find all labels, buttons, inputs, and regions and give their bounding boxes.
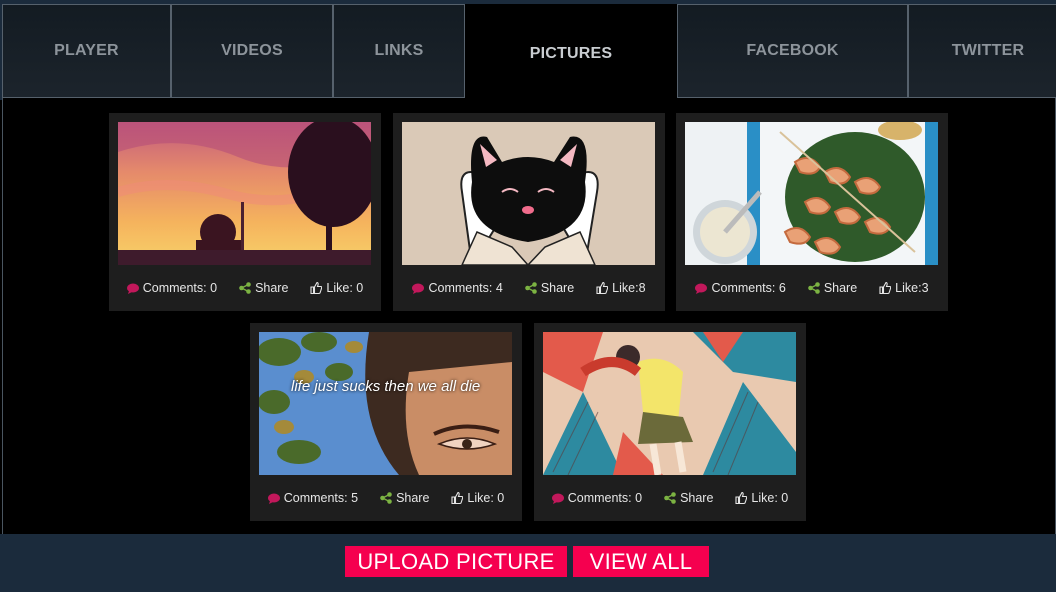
pictures-panel: Comments: 0 Share Like: 0 Comments: 4 Sh… (2, 98, 1056, 534)
upload-picture-label: UPLOAD PICTURE (357, 548, 555, 574)
comments-count: Comments: 5 (283, 491, 359, 505)
picture-thumbnail[interactable] (402, 122, 655, 265)
tab-facebook[interactable]: FACEBOOK (677, 4, 908, 98)
picture-actions: Comments: 5 Share Like: 0 (250, 481, 522, 515)
face-with-caption-image (259, 332, 512, 475)
tab-label: PLAYER (54, 42, 119, 59)
picture-card: Comments: 6 Share Like:3 (676, 113, 948, 311)
comments-link[interactable]: Comments: 0 (126, 281, 218, 295)
thumbs-up-icon (596, 282, 609, 294)
comments-link[interactable]: Comments: 6 (695, 281, 786, 295)
picture-thumbnail[interactable]: life just sucks then we all die (259, 332, 512, 475)
like-button[interactable]: Like:8 (596, 281, 646, 295)
upload-picture-button[interactable]: UPLOAD PICTURE (345, 546, 567, 577)
like-count: Like: 0 (751, 491, 789, 505)
comments-count: Comments: 0 (567, 491, 643, 505)
shrimp-skewers-image (685, 122, 938, 265)
share-icon (380, 492, 392, 504)
thumbs-up-icon (879, 282, 892, 294)
picture-card: Comments: 0 Share Like: 0 (109, 113, 381, 311)
share-icon (808, 282, 820, 294)
comments-link[interactable]: Comments: 0 (551, 491, 643, 505)
like-count: Like:8 (612, 281, 646, 295)
share-label: Share (255, 281, 289, 295)
thumbs-up-icon (310, 282, 323, 294)
picture-actions: Comments: 4 Share Like:8 (393, 271, 665, 305)
picture-thumbnail[interactable] (685, 122, 938, 265)
share-link[interactable]: Share (380, 491, 429, 505)
image-caption: life just sucks then we all die (291, 378, 481, 395)
like-button[interactable]: Like: 0 (451, 491, 504, 505)
tab-pictures[interactable]: PICTURES (465, 4, 677, 104)
comments-count: Comments: 6 (711, 281, 786, 295)
comment-icon (695, 283, 708, 294)
share-label: Share (396, 491, 430, 505)
black-cat-hands-image (402, 122, 655, 265)
comment-icon (551, 493, 564, 504)
footer-bar: UPLOAD PICTURE VIEW ALL (0, 534, 1056, 592)
picture-actions: Comments: 0 Share Like: 0 (534, 481, 806, 515)
tab-links[interactable]: LINKS (333, 4, 465, 98)
tab-label: FACEBOOK (746, 42, 839, 59)
share-link[interactable]: Share (525, 281, 574, 295)
tab-player[interactable]: PLAYER (2, 4, 171, 98)
tab-bar: PLAYER VIDEOS LINKS PICTURES FACEBOOK TW… (0, 0, 1056, 104)
like-count: Like: 0 (467, 491, 505, 505)
share-icon (664, 492, 676, 504)
picture-actions: Comments: 6 Share Like:3 (676, 271, 948, 305)
picture-card: life just sucks then we all die Comments… (250, 323, 522, 521)
thumbs-up-icon (451, 492, 464, 504)
like-button[interactable]: Like:3 (879, 281, 929, 295)
view-all-button[interactable]: VIEW ALL (573, 546, 709, 577)
picture-card: Comments: 0 Share Like: 0 (534, 323, 806, 521)
sunset-silhouette-image (118, 122, 371, 265)
share-label: Share (540, 281, 575, 295)
share-link[interactable]: Share (239, 281, 288, 295)
picture-card: Comments: 4 Share Like:8 (393, 113, 665, 311)
thumbs-up-icon (735, 492, 748, 504)
comment-icon (267, 493, 280, 504)
tab-label: PICTURES (529, 45, 613, 62)
share-icon (239, 282, 251, 294)
picture-actions: Comments: 0 Share Like: 0 (109, 271, 381, 305)
comment-icon (412, 283, 425, 294)
view-all-label: VIEW ALL (589, 548, 693, 574)
like-button[interactable]: Like: 0 (310, 281, 363, 295)
like-count: Like:3 (895, 281, 929, 295)
anime-city-fall-image (543, 332, 796, 475)
share-label: Share (823, 281, 858, 295)
picture-thumbnail[interactable] (543, 332, 796, 475)
comments-count: Comments: 4 (428, 281, 503, 295)
tab-twitter[interactable]: TWITTER (908, 4, 1056, 98)
share-link[interactable]: Share (664, 491, 713, 505)
comments-link[interactable]: Comments: 4 (412, 281, 503, 295)
share-icon (525, 282, 537, 294)
like-count: Like: 0 (326, 281, 364, 295)
share-label: Share (680, 491, 714, 505)
tab-label: TWITTER (951, 42, 1025, 59)
comments-count: Comments: 0 (142, 281, 218, 295)
comment-icon (126, 283, 139, 294)
tab-label: VIDEOS (221, 42, 283, 59)
comments-link[interactable]: Comments: 5 (267, 491, 359, 505)
like-button[interactable]: Like: 0 (735, 491, 788, 505)
tab-label: LINKS (374, 42, 424, 59)
picture-thumbnail[interactable] (118, 122, 371, 265)
tab-videos[interactable]: VIDEOS (171, 4, 333, 98)
share-link[interactable]: Share (808, 281, 857, 295)
